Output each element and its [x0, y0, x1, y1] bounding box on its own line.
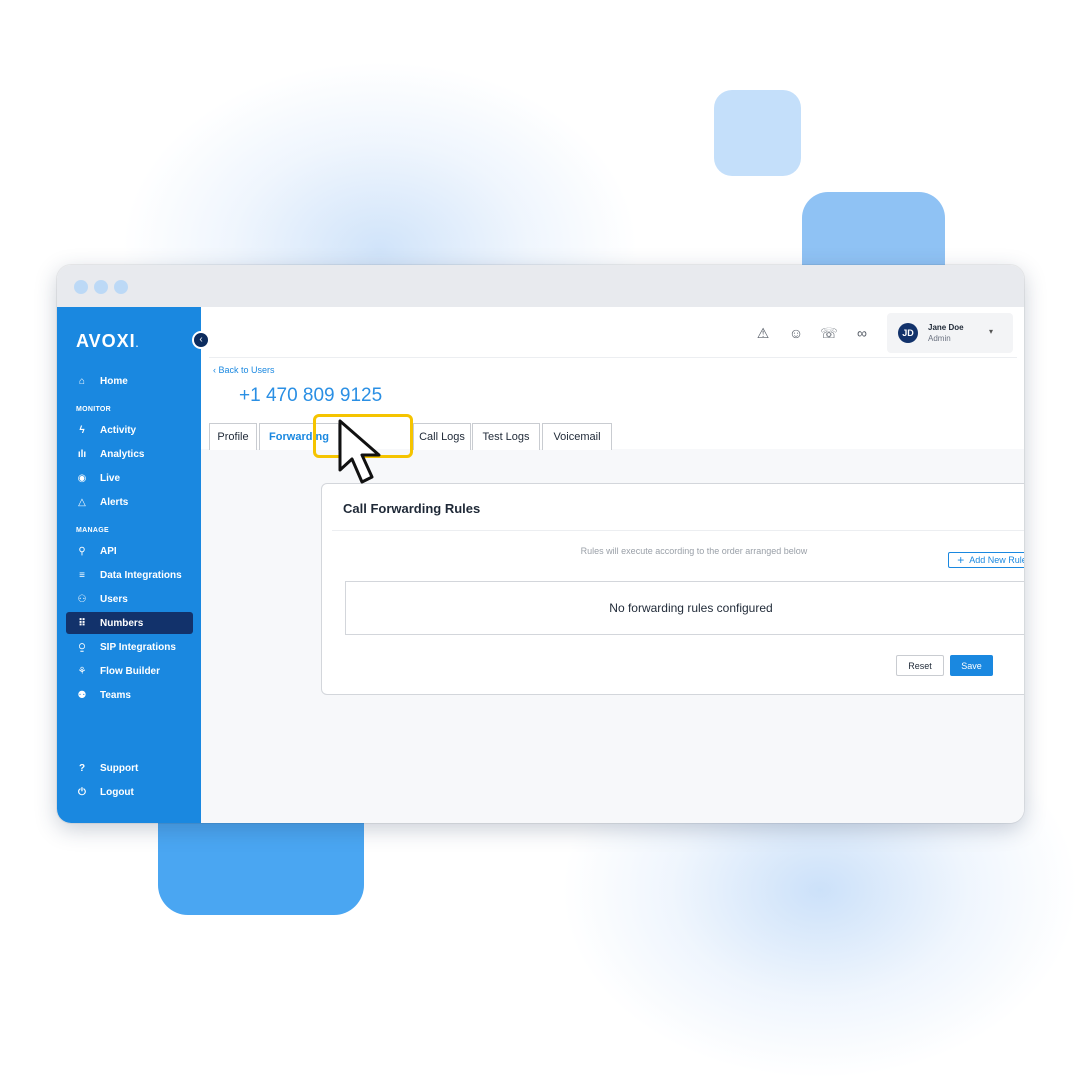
caret-down-icon: ▾: [989, 327, 994, 336]
sip-icon: ⍜: [79, 641, 85, 653]
live-icon: ◉: [77, 472, 87, 484]
sidebar-item-alerts[interactable]: △ Alerts: [66, 491, 193, 513]
window-maximize-dot[interactable]: [114, 280, 128, 294]
page-header: ⚠ ☺ ☏ ∞ JD Jane Doe Admin ▾ ‹ Back to Us…: [201, 307, 1024, 458]
user-circle-icon[interactable]: ☺: [787, 324, 805, 342]
sidebar-collapse-button[interactable]: ‹: [192, 331, 210, 349]
card-title: Call Forwarding Rules: [343, 501, 481, 516]
database-icon: ≡: [79, 569, 85, 581]
decorative-shape: [714, 90, 801, 176]
window-close-dot[interactable]: [74, 280, 88, 294]
section-label-manage: MANAGE: [76, 527, 109, 534]
user-name: Jane Doe: [928, 323, 964, 332]
sidebar-item-label: Users: [100, 593, 128, 605]
tab-profile[interactable]: Profile: [209, 423, 257, 450]
page-title: +1 470 809 9125: [239, 385, 383, 406]
sidebar-item-users[interactable]: ⚇ Users: [66, 588, 193, 610]
sidebar-item-home[interactable]: ⌂ Home: [66, 370, 193, 392]
sidebar: AVOXI. ⌂ Home MONITOR ϟ Activity ılı Ana…: [57, 307, 201, 823]
sidebar-item-label: API: [100, 545, 117, 557]
team-icon: ⚉: [77, 689, 87, 701]
sidebar-item-live[interactable]: ◉ Live: [66, 467, 193, 489]
app-window: AVOXI. ⌂ Home MONITOR ϟ Activity ılı Ana…: [57, 265, 1024, 823]
main-content: ⚠ ☺ ☏ ∞ JD Jane Doe Admin ▾ ‹ Back to Us…: [201, 307, 1024, 823]
card-divider: [332, 530, 1024, 531]
sidebar-item-label: Logout: [100, 786, 134, 798]
tab-test-logs[interactable]: Test Logs: [472, 423, 540, 450]
voicemail-icon[interactable]: ∞: [853, 324, 871, 342]
window-titlebar: [57, 265, 1024, 307]
dialpad-icon: ⠿: [78, 617, 86, 629]
sidebar-item-data-integrations[interactable]: ≡ Data Integrations: [66, 564, 193, 586]
chevron-left-icon: ‹: [213, 365, 216, 375]
help-icon: ?: [78, 762, 86, 774]
bolt-icon: ϟ: [79, 424, 85, 436]
sidebar-item-support[interactable]: ? Support: [66, 757, 193, 779]
sidebar-item-label: Alerts: [100, 496, 129, 508]
sidebar-item-sip-integrations[interactable]: ⍜ SIP Integrations: [66, 636, 193, 658]
sidebar-item-flow-builder[interactable]: ⚘ Flow Builder: [66, 660, 193, 682]
sidebar-item-teams[interactable]: ⚉ Teams: [66, 684, 193, 706]
user-menu[interactable]: JD Jane Doe Admin ▾: [887, 313, 1013, 353]
sidebar-item-label: Activity: [100, 424, 137, 436]
bar-chart-icon: ılı: [77, 448, 87, 460]
call-forwarding-card: Call Forwarding Rules Rules will execute…: [321, 483, 1024, 695]
add-new-rule-button[interactable]: + Add New Rule: [948, 552, 1024, 568]
phone-forward-icon[interactable]: ☏: [820, 324, 838, 342]
tab-call-logs[interactable]: Call Logs: [413, 423, 471, 450]
plug-icon: ⚲: [78, 545, 86, 557]
sidebar-item-label: Support: [100, 762, 139, 774]
rules-hint: Rules will execute according to the orde…: [580, 546, 808, 556]
chevron-left-icon: ‹: [199, 334, 203, 345]
sidebar-item-label: Home: [100, 375, 128, 387]
tab-voicemail[interactable]: Voicemail: [542, 423, 612, 450]
rules-empty-state: No forwarding rules configured: [345, 581, 1024, 635]
avoxi-logo[interactable]: AVOXI.: [76, 331, 139, 352]
window-minimize-dot[interactable]: [94, 280, 108, 294]
sidebar-item-analytics[interactable]: ılı Analytics: [66, 443, 193, 465]
plus-icon: +: [957, 553, 965, 567]
user-icon: ⚇: [77, 593, 87, 605]
sidebar-item-numbers[interactable]: ⠿ Numbers: [66, 612, 193, 634]
sidebar-item-logout[interactable]: ⏻ Logout: [66, 781, 193, 803]
section-label-monitor: MONITOR: [76, 406, 112, 413]
home-icon: ⌂: [78, 375, 86, 387]
save-button[interactable]: Save: [950, 655, 993, 676]
sidebar-item-label: Teams: [100, 689, 131, 701]
sidebar-item-activity[interactable]: ϟ Activity: [66, 419, 193, 441]
sidebar-item-label: Analytics: [100, 448, 145, 460]
back-to-users-link[interactable]: ‹ Back to Users: [213, 365, 275, 375]
sidebar-item-label: SIP Integrations: [100, 641, 176, 653]
sidebar-item-label: Data Integrations: [100, 569, 182, 581]
user-role: Admin: [928, 334, 951, 343]
header-divider: [209, 357, 1017, 358]
sidebar-item-label: Flow Builder: [100, 665, 160, 677]
warning-icon: △: [78, 496, 86, 508]
avatar: JD: [898, 323, 918, 343]
alert-icon[interactable]: ⚠: [754, 324, 772, 342]
reset-button[interactable]: Reset: [896, 655, 944, 676]
mouse-cursor-icon: [338, 419, 381, 484]
sidebar-item-label: Numbers: [100, 617, 144, 629]
power-icon: ⏻: [78, 786, 86, 798]
sidebar-item-label: Live: [100, 472, 121, 484]
flow-icon: ⚘: [77, 665, 87, 677]
sidebar-item-api[interactable]: ⚲ API: [66, 540, 193, 562]
